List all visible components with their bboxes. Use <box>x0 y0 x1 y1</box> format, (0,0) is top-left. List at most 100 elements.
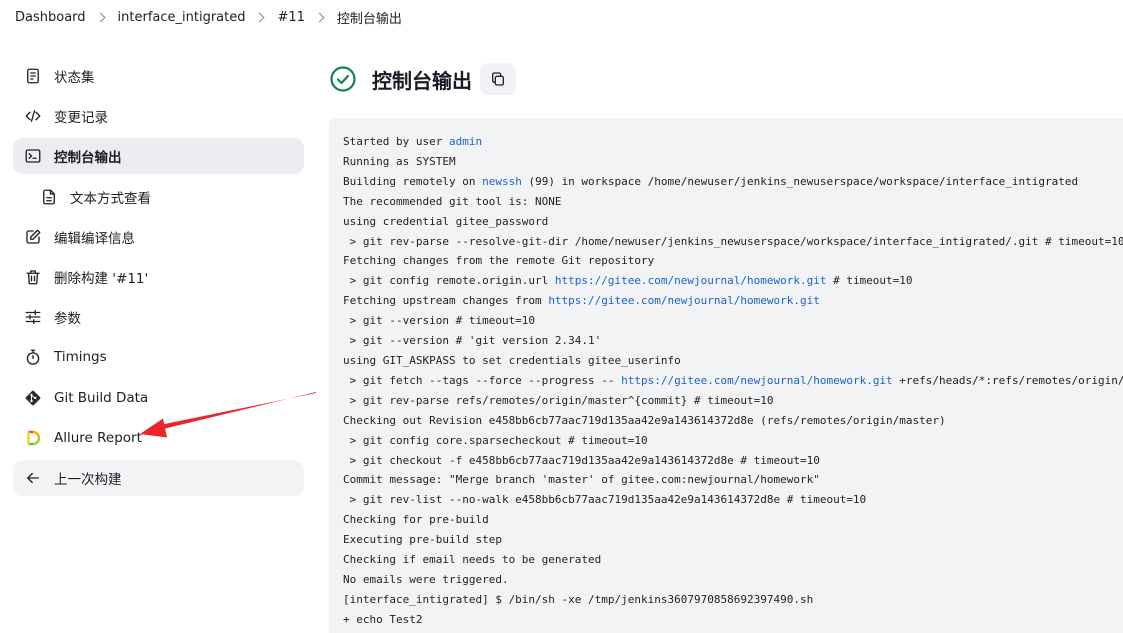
sidebar-item-previous-build[interactable]: 上一次构建 <box>13 459 304 496</box>
console-text: # timeout=10 <box>826 274 913 288</box>
copy-icon <box>492 72 504 86</box>
console-line: > git --version # 'git version 2.34.1' <box>343 331 1123 351</box>
console-line: Commit message: "Merge branch 'master' o… <box>343 470 1123 490</box>
console-line: Fetching upstream changes from https://g… <box>343 291 1123 311</box>
breadcrumb-current[interactable]: 控制台输出 <box>337 8 402 27</box>
trash-icon <box>23 267 43 287</box>
sidebar-item-parameters[interactable]: 参数 <box>13 299 304 335</box>
console-text: > git config core.sparsecheckout # timeo… <box>343 433 648 447</box>
git-icon <box>23 388 43 408</box>
console-line: > git rev-parse --resolve-git-dir /home/… <box>343 232 1123 252</box>
sidebar-item-allure-report[interactable]: Allure Report <box>13 420 304 456</box>
console-text: [interface_intigrated] $ /bin/sh -xe /tm… <box>343 592 814 606</box>
breadcrumb-build[interactable]: #11 <box>277 10 304 25</box>
sidebar-item-timings[interactable]: Timings <box>13 339 304 375</box>
sidebar-item-changes[interactable]: 变更记录 <box>13 98 304 134</box>
page-heading: 控制台输出 <box>330 62 516 96</box>
allure-icon <box>23 428 43 448</box>
console-line: Fetching changes from the remote Git rep… <box>343 251 1123 271</box>
console-link[interactable]: https://gitee.com/newjournal/homework.gi… <box>555 274 827 287</box>
console-line: Test2 <box>343 630 1123 633</box>
console-text: using credential gitee_password <box>343 214 549 228</box>
sidebar-item-plain-text[interactable]: 文本方式查看 <box>13 179 304 215</box>
console-line: The recommended git tool is: NONE <box>343 192 1123 212</box>
sidebar-item-label: 参数 <box>54 311 81 328</box>
console-link[interactable]: newssh <box>482 175 522 188</box>
sidebar-item-label: 删除构建 '#11' <box>54 270 149 287</box>
sidebar-item-delete-build[interactable]: 删除构建 '#11' <box>13 259 304 295</box>
stopwatch-icon <box>23 347 43 367</box>
console-link[interactable]: https://gitee.com/newjournal/homework.gi… <box>548 294 820 307</box>
console-line: > git checkout -f e458bb6cb77aac719d135a… <box>343 451 1123 471</box>
breadcrumb-job[interactable]: interface_intigrated <box>118 10 246 25</box>
sidebar-item-label: 编辑编译信息 <box>54 230 135 247</box>
console-text: > git config remote.origin.url <box>343 274 555 288</box>
console-text: Checking out Revision e458bb6cb77aac719d… <box>343 413 946 427</box>
console-text: > git checkout -f e458bb6cb77aac719d135a… <box>343 453 820 467</box>
console-line: Checking if email needs to be generated <box>343 550 1123 570</box>
breadcrumb-dashboard[interactable]: Dashboard <box>15 10 86 25</box>
console-text: Fetching upstream changes from <box>343 294 549 308</box>
console-link[interactable]: https://gitee.com/newjournal/homework.gi… <box>621 374 893 387</box>
chevron-right-icon <box>255 12 265 22</box>
console-text: > git fetch --tags --force --progress -- <box>343 373 622 387</box>
console-text: +refs/heads/*:refs/remotes/origin/* <box>892 373 1123 387</box>
sidebar-item-git-build-data[interactable]: Git Build Data <box>13 380 304 416</box>
console-text: Fetching changes from the remote Git rep… <box>343 254 655 268</box>
console-line: Checking for pre-build <box>343 510 1123 530</box>
sidebar-item-edit-build-info[interactable]: 编辑编译信息 <box>13 219 304 255</box>
console-line: Executing pre-build step <box>343 530 1123 550</box>
console-line: > git --version # timeout=10 <box>343 311 1123 331</box>
console-line: Building remotely on newssh (99) in work… <box>343 172 1123 192</box>
console-text: No emails were triggered. <box>343 572 509 586</box>
code-icon <box>23 106 43 126</box>
console-text: The recommended git tool is: NONE <box>343 194 562 208</box>
console-line: > git fetch --tags --force --progress --… <box>343 371 1123 391</box>
console-line: > git config core.sparsecheckout # timeo… <box>343 431 1123 451</box>
document-icon <box>23 66 43 86</box>
console-output: Started by user admin Running as SYSTEM Bu… <box>329 118 1123 633</box>
sidebar-item-label: 上一次构建 <box>54 471 122 488</box>
sliders-icon <box>23 307 43 327</box>
console-text: > git --version # 'git version 2.34.1' <box>343 334 602 348</box>
console-line: + echo Test2 <box>343 610 1123 630</box>
sidebar-item-label: 状态集 <box>54 70 95 86</box>
console-line: Checking out Revision e458bb6cb77aac719d… <box>343 411 1123 431</box>
console-line: > git rev-parse refs/remotes/origin/mast… <box>343 391 1123 411</box>
sidebar-item-label: 文本方式查看 <box>70 190 151 207</box>
console-text: Checking if email needs to be generated <box>343 553 602 567</box>
console-text: > git rev-parse --resolve-git-dir /home/… <box>343 234 1123 248</box>
console-text: (99) in workspace /home/newuser/jenkins_… <box>521 174 1079 188</box>
edit-icon <box>23 227 43 247</box>
console-line: using GIT_ASKPASS to set credentials git… <box>343 351 1123 371</box>
sidebar-item-label: Git Build Data <box>54 389 149 406</box>
console-text: using GIT_ASKPASS to set credentials git… <box>343 353 681 367</box>
console-line: > git rev-list --no-walk e458bb6cb77aac7… <box>343 490 1123 510</box>
console-text: Running as SYSTEM <box>343 154 456 168</box>
console-line: No emails were triggered. <box>343 570 1123 590</box>
console-text: Started by user <box>343 135 449 148</box>
console-line: Started by user admin <box>343 132 1123 152</box>
console-line: Running as SYSTEM <box>343 152 1123 172</box>
console-text: Building remotely on <box>343 174 483 188</box>
sidebar-item-console[interactable]: 控制台输出 <box>13 138 304 175</box>
sidebar-item-label: Allure Report <box>54 429 142 446</box>
sidebar-item-label: 变更记录 <box>54 110 108 127</box>
console-link[interactable]: admin <box>449 135 482 148</box>
chevron-right-icon <box>314 12 325 22</box>
console-line: using credential gitee_password <box>343 212 1123 232</box>
sidebar: 状态集 变更记录 控制台输出 文本方式查看 编辑编译信息 删除构建 '#11' <box>13 58 304 500</box>
copy-button[interactable] <box>480 63 516 95</box>
sidebar-item-status[interactable]: 状态集 <box>13 58 304 94</box>
console-text: Commit message: "Merge branch 'master' o… <box>343 473 820 487</box>
page-title: 控制台输出 <box>372 68 472 93</box>
console-text: > git --version # timeout=10 <box>343 314 536 328</box>
console-line: > git config remote.origin.url https://g… <box>343 271 1123 291</box>
arrow-left-icon <box>23 468 43 488</box>
console-text: Executing pre-build step <box>343 533 502 547</box>
terminal-icon <box>23 146 43 166</box>
sidebar-item-label: Timings <box>54 349 107 366</box>
console-text: + echo Test2 <box>343 612 423 626</box>
sidebar-item-label: 控制台输出 <box>54 150 122 167</box>
breadcrumb: Dashboard interface_intigrated #11 控制台输出 <box>0 0 1123 34</box>
